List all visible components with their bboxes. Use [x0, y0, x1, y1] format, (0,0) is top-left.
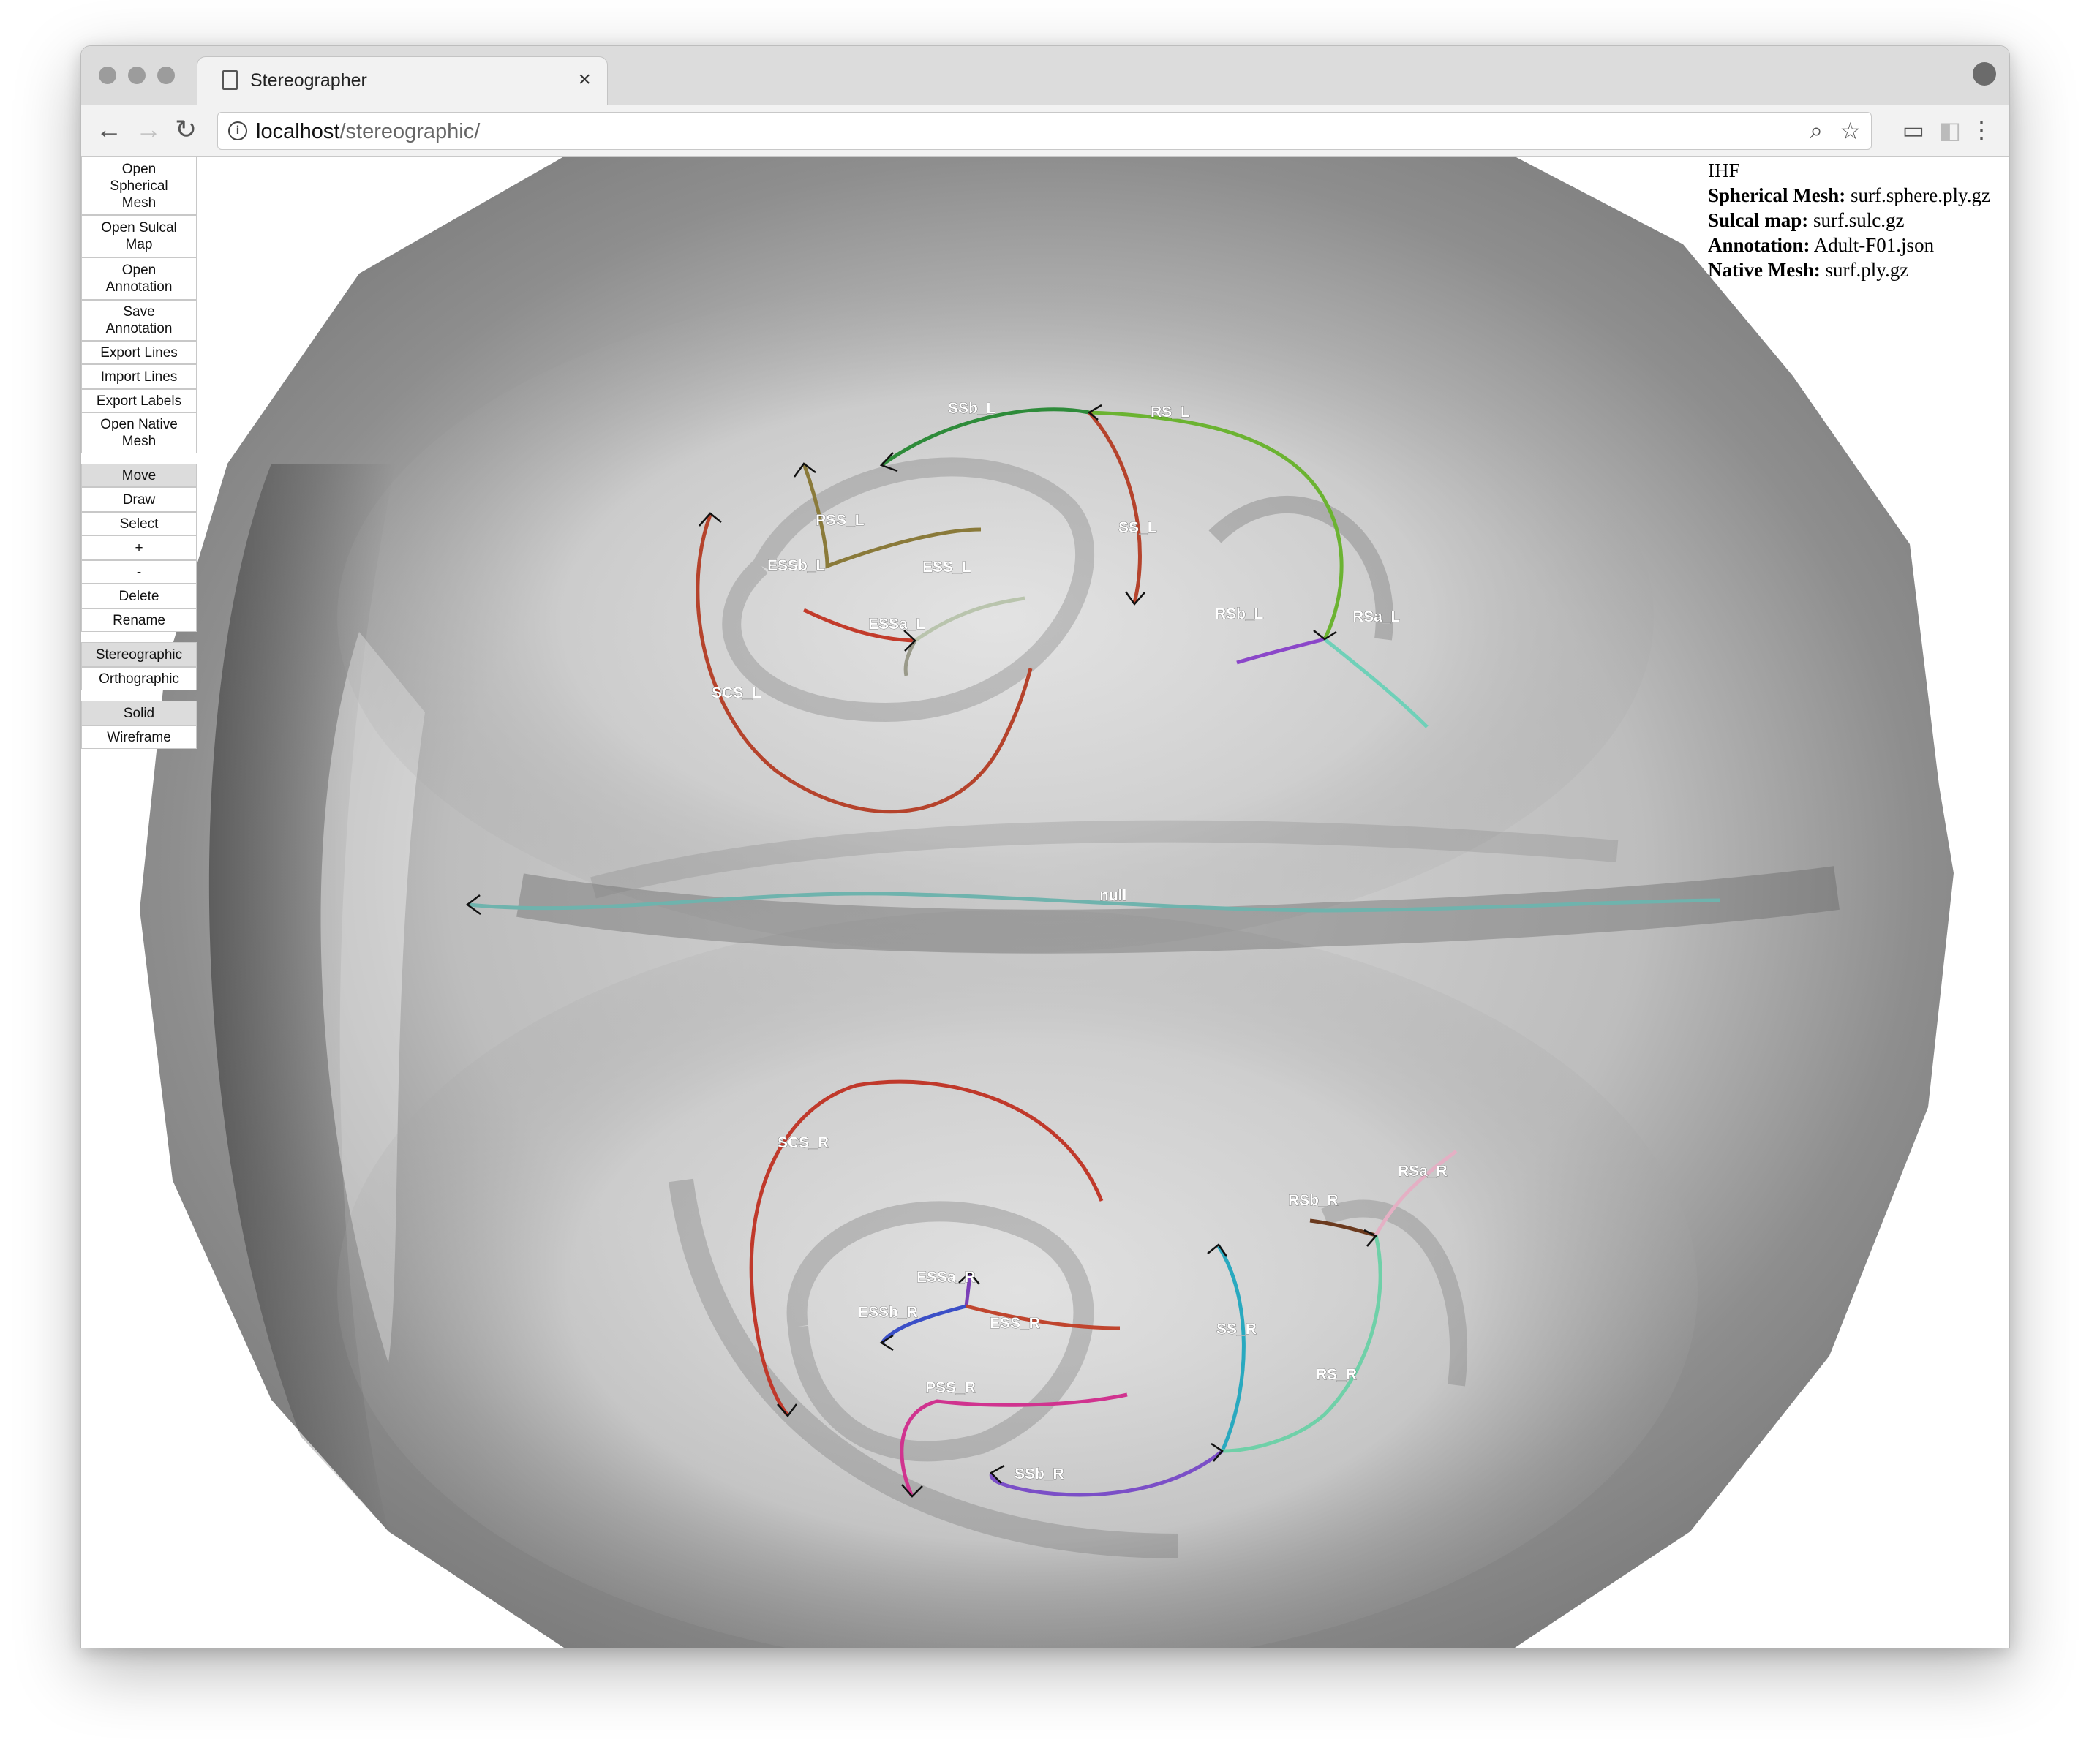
zoom-window-icon[interactable] — [157, 67, 175, 84]
label-RSb_L: RSb_L — [1215, 606, 1264, 622]
spherical-mesh-info: Spherical Mesh: surf.sphere.ply.gz — [1708, 183, 2009, 208]
import-lines-button[interactable]: Import Lines — [81, 364, 197, 389]
close-window-icon[interactable] — [99, 67, 116, 84]
brain-viewport[interactable]: SSb_L RS_L SS_L PSS_L ESSb_L ESS_L ESSa_… — [81, 157, 2009, 1648]
tab-stereographer[interactable]: Stereographer × — [197, 56, 608, 105]
export-labels-button[interactable]: Export Labels — [81, 389, 197, 412]
label-RSa_L: RSa_L — [1352, 608, 1401, 625]
label-ESSa_L: ESSa_L — [868, 616, 925, 633]
spherical-mesh-value: surf.sphere.ply.gz — [1851, 184, 1990, 206]
url-path: /stereographic/ — [339, 120, 481, 143]
page-icon — [222, 70, 238, 90]
back-icon[interactable]: ← — [96, 113, 122, 146]
label-ESSb_L: ESSb_L — [767, 557, 826, 574]
page-content: SSb_L RS_L SS_L PSS_L ESSb_L ESS_L ESSa_… — [81, 157, 2009, 1648]
label-SSb_R: SSb_R — [1015, 1466, 1064, 1482]
sulcal-map-info: Sulcal map: surf.sulc.gz — [1708, 208, 2009, 233]
label-PSS_L: PSS_L — [816, 512, 865, 529]
tab-bar: Stereographer × — [81, 46, 2009, 105]
profile-icon[interactable] — [1973, 62, 1996, 86]
url-text[interactable]: localhost/stereographic/ — [256, 120, 480, 144]
info-panel: IHF Spherical Mesh: surf.sphere.ply.gz S… — [1708, 158, 2009, 282]
open-annotation-button[interactable]: Open Annotation — [81, 257, 197, 300]
address-bar[interactable]: i localhost/stereographic/ ⌕ ☆ — [217, 112, 1872, 150]
extension-icon[interactable]: ◧ — [1939, 116, 1961, 144]
tool-draw-button[interactable]: Draw — [81, 487, 197, 512]
open-native-mesh-button[interactable]: Open Native Mesh — [81, 412, 197, 453]
open-spherical-mesh-button[interactable]: Open Spherical Mesh — [81, 157, 197, 215]
tool-plus-button[interactable]: + — [81, 535, 197, 560]
stereographic-button[interactable]: Stereographic — [81, 642, 197, 667]
menu-dots-icon[interactable]: ⋮ — [1970, 116, 1993, 144]
tab-close-icon[interactable]: × — [578, 67, 591, 92]
url-host: localhost — [256, 120, 340, 143]
label-ESS_L: ESS_L — [922, 559, 971, 576]
cast-icon[interactable]: ▭ — [1902, 116, 1924, 144]
upper-hemisphere — [337, 281, 1654, 954]
annotation-value: Adult-F01.json — [1813, 234, 1935, 256]
label-RSa_R: RSa_R — [1398, 1163, 1448, 1180]
browser-window: Stereographer × ← → ↻ i localhost/stereo… — [80, 45, 2010, 1648]
orthographic-button[interactable]: Orthographic — [81, 667, 197, 690]
sulcal-map-value: surf.sulc.gz — [1813, 209, 1905, 231]
tool-select-button[interactable]: Select — [81, 512, 197, 535]
bookmark-star-icon[interactable]: ☆ — [1840, 117, 1861, 145]
open-sulcal-map-button[interactable]: Open Sulcal Map — [81, 215, 197, 257]
label-SCS_R: SCS_R — [778, 1134, 829, 1151]
native-mesh-info: Native Mesh: surf.ply.gz — [1708, 257, 2009, 282]
annotation-label: Annotation: — [1708, 234, 1810, 256]
label-ESSb_R: ESSb_R — [858, 1304, 918, 1321]
label-PSS_R: PSS_R — [925, 1379, 976, 1396]
solid-button[interactable]: Solid — [81, 701, 197, 725]
native-mesh-label: Native Mesh: — [1708, 259, 1821, 281]
label-null: null — [1099, 887, 1126, 904]
native-mesh-value: surf.ply.gz — [1825, 259, 1909, 281]
label-RS_L: RS_L — [1151, 404, 1190, 421]
save-annotation-button[interactable]: Save Annotation — [81, 300, 197, 341]
tool-rename-button[interactable]: Rename — [81, 608, 197, 632]
label-SCS_L: SCS_L — [712, 685, 761, 701]
tab-title: Stereographer — [250, 70, 367, 91]
export-lines-button[interactable]: Export Lines — [81, 341, 197, 364]
forward-icon[interactable]: → — [135, 113, 162, 146]
tool-minus-button[interactable]: - — [81, 560, 197, 584]
label-SS_L: SS_L — [1118, 519, 1157, 536]
wireframe-button[interactable]: Wireframe — [81, 725, 197, 749]
browser-toolbar: ← → ↻ i localhost/stereographic/ ⌕ ☆ ▭ ◧… — [81, 105, 2009, 157]
label-SS_R: SS_R — [1216, 1321, 1257, 1338]
label-ESSa_R: ESSa_R — [916, 1269, 976, 1286]
label-RSb_R: RSb_R — [1288, 1192, 1339, 1209]
reload-icon[interactable]: ↻ — [175, 113, 197, 146]
label-RS_R: RS_R — [1316, 1366, 1357, 1383]
zoom-icon[interactable]: ⌕ — [1810, 117, 1823, 145]
sulcal-map-label: Sulcal map: — [1708, 209, 1809, 231]
tool-delete-button[interactable]: Delete — [81, 584, 197, 608]
spherical-mesh-label: Spherical Mesh: — [1708, 184, 1846, 206]
site-info-icon[interactable]: i — [228, 121, 247, 140]
annotation-info: Annotation: Adult-F01.json — [1708, 233, 2009, 257]
label-SSb_L: SSb_L — [948, 400, 996, 417]
label-ESS_R: ESS_R — [990, 1315, 1040, 1332]
minimize-window-icon[interactable] — [128, 67, 146, 84]
tool-move-button[interactable]: Move — [81, 464, 197, 487]
view-name: IHF — [1708, 159, 1740, 181]
